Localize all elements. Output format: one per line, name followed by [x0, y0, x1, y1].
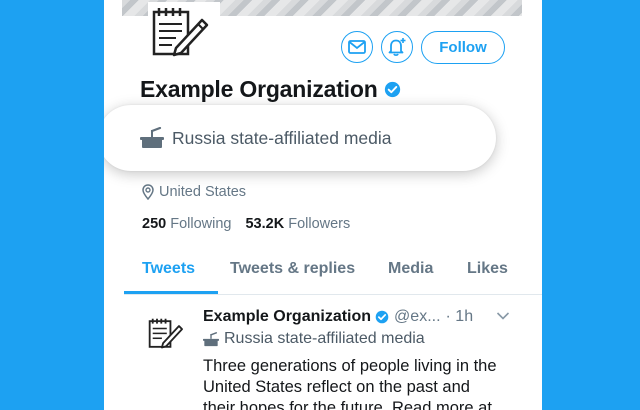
tweet-handle[interactable]: @ex... — [394, 308, 440, 326]
tab-media[interactable]: Media — [388, 260, 433, 278]
state-media-label: Russia state-affiliated media — [172, 127, 392, 148]
profile-location: United States — [142, 184, 246, 200]
following-label: Following — [170, 216, 232, 232]
verified-badge-icon — [384, 81, 400, 98]
location-pin-icon — [142, 184, 154, 200]
profile-avatar[interactable] — [148, 2, 220, 64]
followers-count: 53.2K — [245, 216, 285, 232]
bell-plus-icon — [388, 38, 406, 56]
follow-button[interactable]: Follow — [421, 31, 505, 64]
notepad-pen-icon — [148, 318, 183, 349]
envelope-icon — [348, 40, 366, 54]
tweet-header: Example Organization @ex... · 1h — [203, 308, 473, 326]
followers-link[interactable]: 53.2K Followers — [245, 216, 350, 232]
verified-badge-icon — [375, 310, 389, 324]
tweet-author-name[interactable]: Example Organization — [203, 308, 371, 326]
tab-tweets-replies[interactable]: Tweets & replies — [230, 260, 355, 278]
location-text: United States — [159, 184, 247, 200]
message-button[interactable] — [341, 31, 373, 63]
state-media-label-callout[interactable]: Russia state-affiliated media — [104, 105, 496, 171]
podium-icon — [140, 127, 164, 148]
profile-name-row: Example Organization — [140, 76, 401, 103]
notifications-button[interactable] — [381, 31, 413, 63]
profile-stats: 250 Following 53.2K Followers — [142, 216, 350, 232]
active-tab-indicator — [124, 291, 218, 294]
chevron-down-icon[interactable] — [496, 311, 510, 321]
tweet-state-media-label[interactable]: Russia state-affiliated media — [203, 330, 425, 348]
tweet-label-text: Russia state-affiliated media — [224, 330, 425, 347]
profile-name: Example Organization — [140, 76, 378, 102]
profile-tabs: Tweets Tweets & replies Media Likes — [124, 254, 542, 295]
tweet-time[interactable]: · 1h — [446, 308, 474, 326]
tab-tweets[interactable]: Tweets — [142, 260, 195, 278]
following-link[interactable]: 250 Following — [142, 216, 231, 232]
followers-label: Followers — [288, 216, 351, 232]
profile-screen: Follow Example Organization Russia state… — [104, 0, 542, 410]
tweet-text: Three generations of people living in th… — [203, 357, 497, 410]
podium-icon — [203, 331, 219, 346]
tab-likes[interactable]: Likes — [467, 260, 508, 278]
notepad-pen-icon — [148, 2, 220, 64]
tweet-avatar[interactable] — [146, 312, 190, 356]
following-count: 250 — [142, 216, 167, 232]
